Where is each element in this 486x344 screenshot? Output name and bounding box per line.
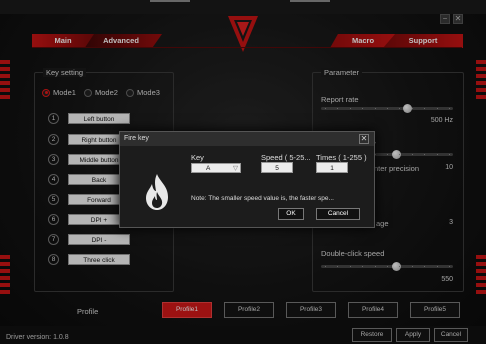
speed-label: Speed ( 5-25... [261, 153, 311, 162]
dialog-ok-button[interactable]: OK [278, 208, 304, 220]
chevron-down-icon: ▽ [233, 165, 238, 172]
times-input[interactable]: 1 [316, 162, 348, 173]
key-select[interactable]: A ▽ [191, 163, 241, 173]
key-select-value: A [206, 165, 211, 172]
dialog-title: Fire key [124, 135, 149, 142]
times-label: Times ( 1-255 ) [316, 153, 367, 162]
dialog-title-bar: Fire key ✕ [120, 132, 374, 146]
speed-note: Note: The smaller speed value is, the fa… [191, 195, 334, 202]
flame-icon [146, 174, 168, 210]
dialog-cancel-button[interactable]: Cancel [316, 208, 360, 220]
app-window: − ✕ Advanced Main Macro Support Key sett… [0, 0, 486, 344]
key-label: Key [191, 153, 204, 162]
speed-input[interactable]: 5 [261, 162, 293, 173]
dialog-close-button[interactable]: ✕ [359, 134, 369, 144]
fire-key-dialog: Fire key ✕ Key A ▽ Speed ( 5-25... 5 Tim… [119, 131, 375, 228]
